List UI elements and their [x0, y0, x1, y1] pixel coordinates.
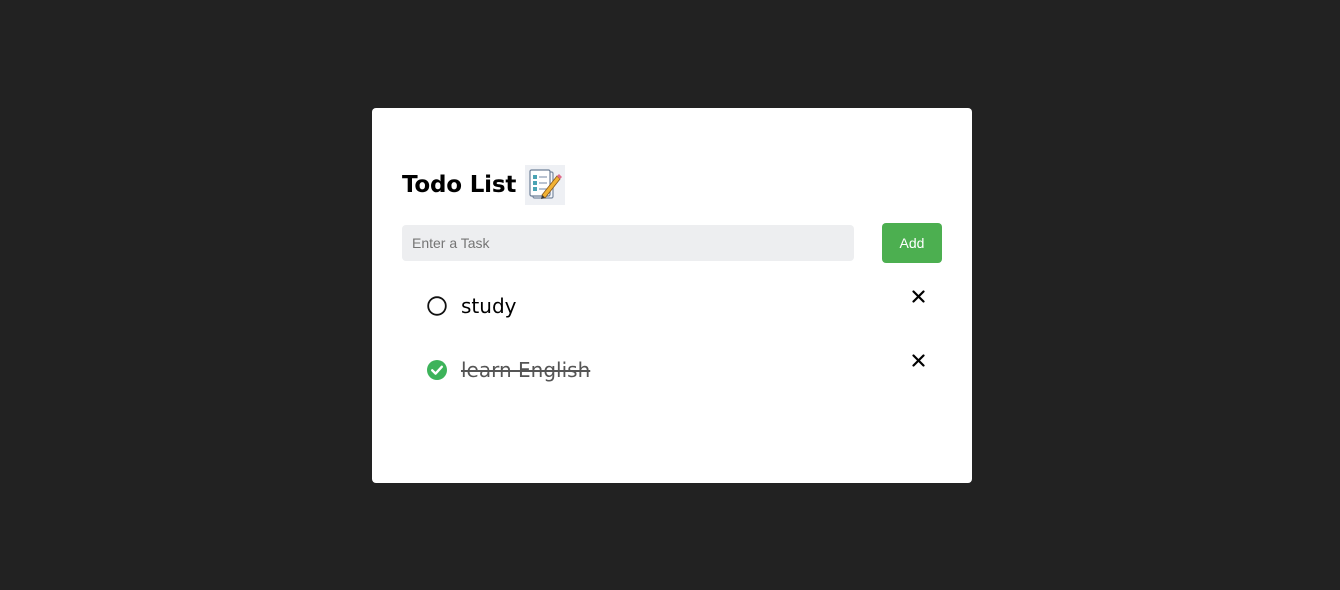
task-input[interactable] [402, 225, 854, 261]
list-item: learn English [402, 348, 942, 412]
header: Todo List [402, 164, 566, 206]
empty-circle-icon[interactable] [427, 296, 447, 316]
close-icon[interactable] [912, 290, 925, 303]
add-button[interactable]: Add [882, 223, 942, 263]
task-label[interactable]: study [461, 291, 516, 321]
close-icon[interactable] [912, 354, 925, 367]
page-title: Todo List [402, 172, 517, 198]
list-item: study [402, 284, 942, 348]
task-list: study learn English [402, 284, 942, 412]
notepad-pencil-icon [525, 165, 566, 205]
task-label[interactable]: learn English [461, 355, 590, 385]
checked-circle-icon[interactable] [427, 360, 447, 380]
todo-card: Todo List Add study [372, 108, 972, 483]
